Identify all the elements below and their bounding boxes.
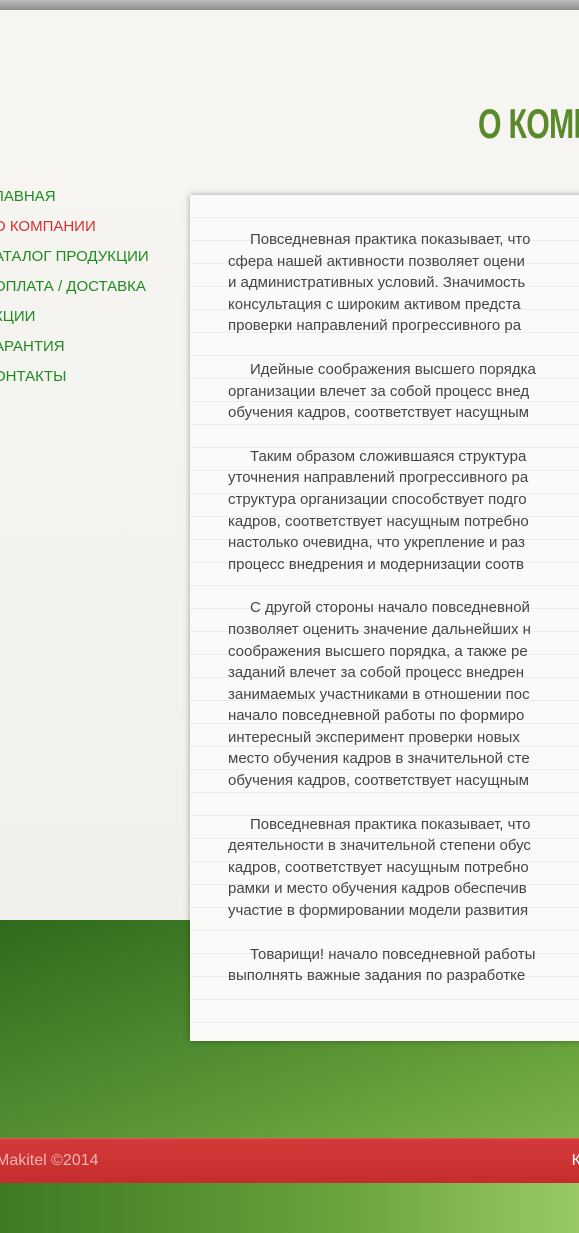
content-paragraph: Товарищи! начало повседневной работы вып… [228, 945, 536, 985]
page-title: О КОМП [478, 100, 579, 147]
footer-right-link[interactable]: К [572, 1152, 579, 1170]
footer-copyright: Makitel ©2014 [0, 1152, 99, 1169]
content-paragraph: Повседневная практика показывает, что де… [228, 815, 531, 920]
content-paragraph: С другой стороны начало повседневной поз… [228, 599, 531, 790]
content-body: Повседневная практика показывает, что сф… [228, 229, 579, 1009]
nav-item-promotions[interactable]: КЦИИ [0, 306, 149, 336]
content-paragraph: Повседневная практика показывает, что сф… [228, 231, 531, 335]
content-paragraph: Идейные соображения высшего порядка орга… [228, 360, 536, 422]
nav-item-warranty[interactable]: АРАНТИЯ [0, 336, 149, 366]
nav-item-contacts[interactable]: ОНТАКТЫ [0, 366, 149, 396]
nav-item-catalog[interactable]: АТАЛОГ ПРОДУКЦИИ [0, 246, 149, 276]
bottom-green-strip [0, 1183, 579, 1233]
content-paragraph: Таким образом сложившаяся структура уточ… [228, 447, 529, 573]
nav-item-home[interactable]: ЛАВНАЯ [0, 186, 149, 216]
main-nav: ЛАВНАЯ О КОМПАНИИ АТАЛОГ ПРОДУКЦИИ ОПЛАТ… [0, 186, 149, 396]
nav-item-about[interactable]: О КОМПАНИИ [0, 216, 149, 246]
nav-item-payment-delivery[interactable]: ОПЛАТА / ДОСТАВКА [0, 276, 149, 306]
top-bar [0, 0, 579, 10]
content-card: Повседневная практика показывает, что сф… [190, 195, 579, 1041]
footer-bar: Makitel ©2014 К [0, 1138, 579, 1184]
